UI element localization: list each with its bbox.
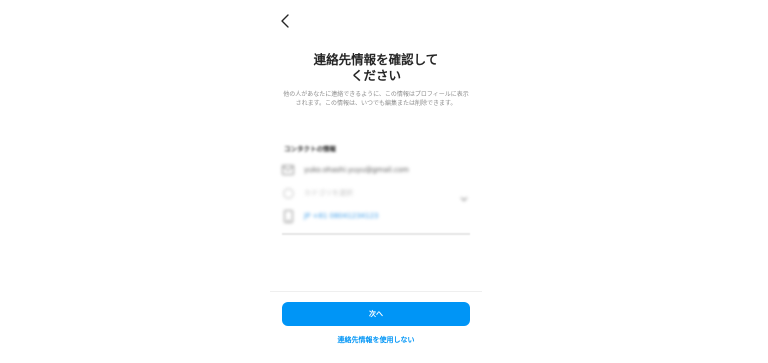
page: 連絡先情報を確認して ください 他の人があなたに連絡できるように、この情報はプロ…: [0, 0, 768, 363]
contact-info-panel: 連絡先情報を確認して ください 他の人があなたに連絡できるように、この情報はプロ…: [270, 0, 482, 363]
next-button[interactable]: 次へ: [282, 302, 470, 326]
chevron-left-icon: [281, 14, 289, 28]
page-title: 連絡先情報を確認して ください: [313, 52, 439, 83]
globe-icon: [282, 187, 294, 199]
phone-value: JP +81 08041234123: [304, 212, 379, 220]
phone-field[interactable]: JP +81 08041234123: [282, 205, 470, 227]
email-field[interactable]: yuko.ohashi.yuyu@gmail.com: [282, 159, 470, 181]
contact-section-label: コンタクトの情報: [284, 145, 336, 153]
category-select[interactable]: カテゴリを選択: [282, 182, 470, 204]
field-divider: [282, 233, 470, 235]
page-description: 他の人があなたに連絡できるように、この情報はプロフィールに表示されます。この情報…: [283, 91, 469, 107]
category-placeholder: カテゴリを選択: [304, 189, 353, 197]
skip-contact-info-link[interactable]: 連絡先情報を使用しない: [270, 335, 482, 345]
email-value: yuko.ohashi.yuyu@gmail.com: [304, 166, 409, 174]
back-button[interactable]: [278, 12, 294, 30]
envelope-icon: [282, 164, 294, 176]
footer-divider: [270, 291, 482, 292]
phone-icon: [282, 209, 294, 223]
